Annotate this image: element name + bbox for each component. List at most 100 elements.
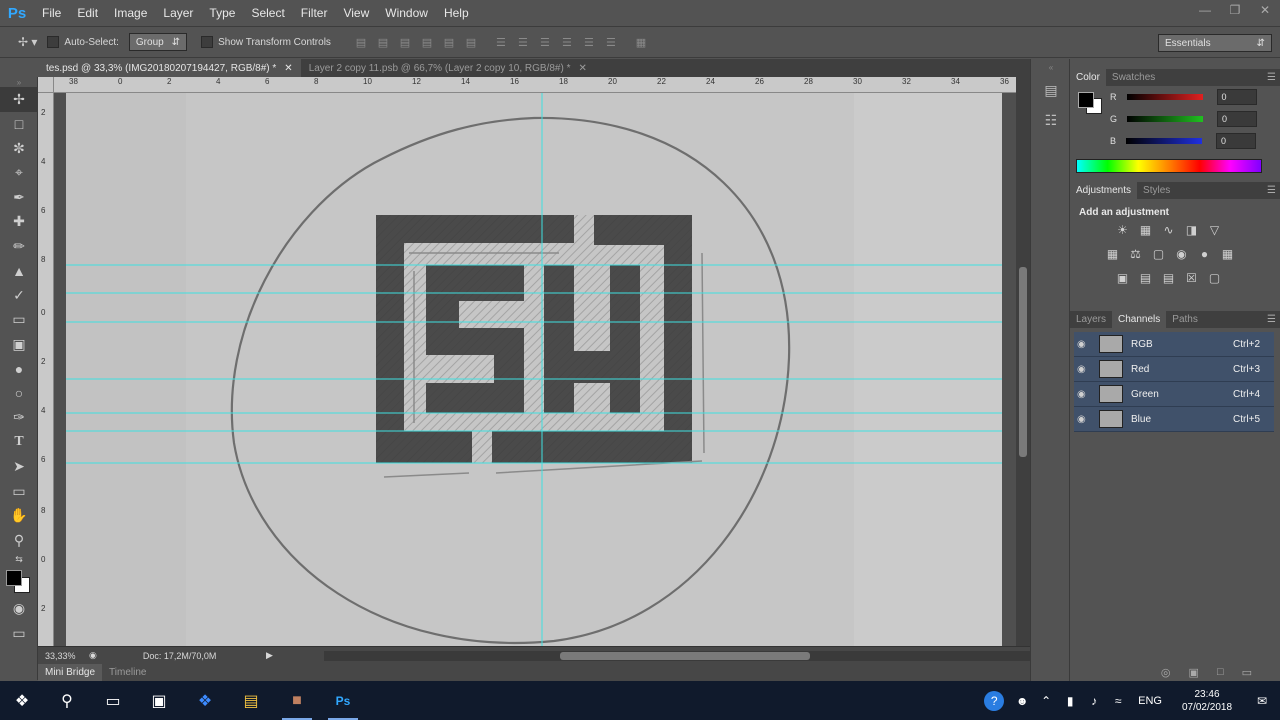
menu-type[interactable]: Type: [201, 0, 243, 26]
people-icon[interactable]: ☻: [1010, 694, 1034, 708]
menu-select[interactable]: Select: [243, 0, 292, 26]
search-icon[interactable]: ⚲: [44, 681, 90, 720]
clock[interactable]: 23:46 07/02/2018: [1170, 688, 1244, 714]
threshold-icon[interactable]: ▤: [1160, 270, 1177, 286]
type-tool-icon[interactable]: T: [0, 430, 38, 455]
ruler-corner[interactable]: [38, 77, 54, 93]
file-explorer-icon[interactable]: ▤: [228, 681, 274, 720]
doc-tab-tes[interactable]: tes.psd @ 33,3% (IMG20180207194427, RGB/…: [38, 59, 301, 77]
distribute-vcenter-icon[interactable]: ☰: [515, 34, 531, 50]
horizontal-scroll-thumb[interactable]: [560, 652, 810, 660]
color-spectrum-bar[interactable]: [1076, 159, 1262, 173]
auto-select-option[interactable]: Auto-Select:: [47, 36, 119, 48]
new-channel-icon[interactable]: □: [1217, 666, 1224, 678]
transform-controls-option[interactable]: Show Transform Controls: [201, 36, 331, 48]
eraser-tool-icon[interactable]: ▭: [0, 308, 38, 333]
status-menu-icon[interactable]: ◉: [89, 650, 97, 661]
auto-select-dropdown[interactable]: Group ⇵: [128, 33, 188, 51]
windows-start-icon[interactable]: ❖: [0, 681, 44, 720]
align-top-icon[interactable]: ▤: [353, 34, 369, 50]
tab-channels[interactable]: Channels: [1112, 311, 1167, 328]
close-icon[interactable]: ✕: [1250, 0, 1280, 20]
photoshop-taskbar-icon[interactable]: Ps: [320, 681, 366, 720]
tab-timeline[interactable]: Timeline: [102, 664, 153, 681]
brush-tool-icon[interactable]: ✏: [0, 234, 38, 259]
value-b[interactable]: 0: [1216, 133, 1257, 149]
ruler-vertical[interactable]: 2 4 6 8 0 2 4 6 8 0 2: [38, 93, 54, 646]
doc-tab-layer2copy[interactable]: Layer 2 copy 11.psb @ 66,7% (Layer 2 cop…: [301, 59, 595, 77]
properties-panel-icon[interactable]: ☷: [1031, 105, 1071, 135]
tab-styles[interactable]: Styles: [1137, 182, 1176, 199]
menu-window[interactable]: Window: [377, 0, 436, 26]
black-white-icon[interactable]: ▢: [1150, 246, 1167, 262]
color-balance-icon[interactable]: ⚖: [1127, 246, 1144, 262]
panel-collapse-icon[interactable]: »: [0, 77, 38, 87]
distribute-left-icon[interactable]: ☰: [559, 34, 575, 50]
tab-layers[interactable]: Layers: [1070, 311, 1112, 328]
blur-tool-icon[interactable]: ●: [0, 357, 38, 382]
channel-row-green[interactable]: ◉ Green Ctrl+4: [1074, 382, 1274, 407]
menu-edit[interactable]: Edit: [69, 0, 106, 26]
panel-menu-icon[interactable]: ☰: [1267, 311, 1276, 328]
close-icon[interactable]: ✕: [578, 63, 586, 74]
delete-channel-icon[interactable]: ▭: [1242, 666, 1252, 679]
auto-select-checkbox[interactable]: [47, 36, 60, 48]
photo-app-icon[interactable]: ■: [274, 681, 320, 720]
distribute-top-icon[interactable]: ☰: [493, 34, 509, 50]
color-swatches[interactable]: [0, 567, 38, 597]
move-tool-preset[interactable]: ✢ ▾: [18, 35, 37, 49]
slider-track-g[interactable]: [1127, 116, 1204, 122]
path-select-icon[interactable]: ➤: [0, 455, 38, 480]
photo-filter-icon[interactable]: ◉: [1173, 246, 1190, 262]
menu-help[interactable]: Help: [436, 0, 477, 26]
ruler-horizontal[interactable]: 0 2 4 6 8 10 12 14 16 18 20 22 24 26 28 …: [54, 77, 1016, 93]
help-icon[interactable]: ?: [984, 690, 1005, 711]
menu-view[interactable]: View: [335, 0, 377, 26]
dropbox-icon[interactable]: ❖: [182, 681, 228, 720]
stamp-tool-icon[interactable]: ▲: [0, 259, 38, 284]
menu-filter[interactable]: Filter: [293, 0, 336, 26]
color-lookup-icon[interactable]: ▦: [1219, 246, 1236, 262]
marquee-tool-icon[interactable]: □: [0, 112, 38, 137]
dock-collapse-icon[interactable]: «: [1031, 59, 1071, 75]
visibility-eye-icon[interactable]: ◉: [1077, 389, 1093, 400]
zoom-tool-icon[interactable]: ⚲: [0, 528, 38, 553]
task-view-icon[interactable]: ▭: [90, 681, 136, 720]
menu-layer[interactable]: Layer: [155, 0, 201, 26]
healing-brush-icon[interactable]: ✚: [0, 210, 38, 235]
transform-controls-checkbox[interactable]: [201, 36, 214, 48]
minimize-icon[interactable]: —: [1190, 0, 1220, 20]
swap-colors-icon[interactable]: ⇆: [0, 553, 38, 567]
restore-icon[interactable]: ❐: [1220, 0, 1250, 20]
brightness-icon[interactable]: ☀: [1114, 222, 1131, 238]
align-hcenter-icon[interactable]: ▤: [441, 34, 457, 50]
shape-tool-icon[interactable]: ▭: [0, 479, 38, 504]
curves-icon[interactable]: ∿: [1160, 222, 1177, 238]
foreground-color-swatch[interactable]: [1078, 92, 1094, 108]
panel-menu-icon[interactable]: ☰: [1267, 69, 1276, 86]
status-arrow-icon[interactable]: ▶: [266, 650, 273, 661]
tab-color[interactable]: Color: [1070, 69, 1106, 86]
visibility-eye-icon[interactable]: ◉: [1077, 364, 1093, 375]
slider-track-r[interactable]: [1126, 94, 1203, 100]
tab-paths[interactable]: Paths: [1166, 311, 1204, 328]
quick-mask-icon[interactable]: ◉: [0, 597, 38, 622]
screen-mode-icon[interactable]: ▭: [0, 621, 38, 646]
gradient-tool-icon[interactable]: ▣: [0, 332, 38, 357]
pen-tool-icon[interactable]: ✑: [0, 406, 38, 431]
history-brush-icon[interactable]: ✓: [0, 283, 38, 308]
vibrance-icon[interactable]: ▽: [1206, 222, 1223, 238]
visibility-eye-icon[interactable]: ◉: [1077, 414, 1093, 425]
invert-icon[interactable]: ▣: [1114, 270, 1131, 286]
value-g[interactable]: 0: [1217, 111, 1258, 127]
battery-icon[interactable]: ▮: [1058, 694, 1082, 708]
menu-file[interactable]: File: [34, 0, 69, 26]
auto-align-icon[interactable]: ▦: [633, 34, 649, 50]
hue-saturation-icon[interactable]: ▦: [1104, 246, 1121, 262]
panel-menu-icon[interactable]: ☰: [1267, 182, 1276, 199]
channel-row-blue[interactable]: ◉ Blue Ctrl+5: [1074, 407, 1274, 432]
hand-tool-icon[interactable]: ✋: [0, 504, 38, 529]
gradient-map-icon[interactable]: ▢: [1206, 270, 1223, 286]
value-r[interactable]: 0: [1216, 89, 1257, 105]
store-icon[interactable]: ▣: [136, 681, 182, 720]
